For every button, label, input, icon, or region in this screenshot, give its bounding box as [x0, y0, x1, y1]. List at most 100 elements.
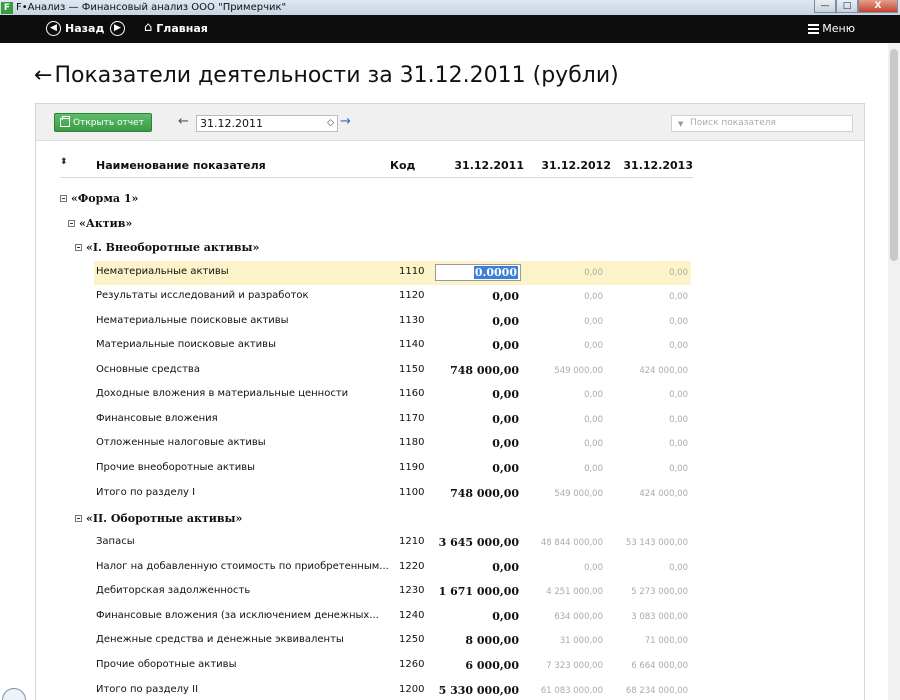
- value-edit-input[interactable]: 0.0000: [435, 264, 521, 281]
- row-value-1[interactable]: 3 645 000,00: [439, 536, 519, 549]
- row-value-3: 5 273 000,00: [631, 587, 688, 597]
- row-value-1[interactable]: 0,00: [492, 315, 519, 328]
- row-value-3: 0,00: [669, 439, 688, 449]
- table-row[interactable]: Прочие оборотные активы 1260 6 000,00 7 …: [36, 654, 864, 678]
- row-value-1[interactable]: 0,00: [492, 290, 519, 303]
- table-row[interactable]: Доходные вложения в материальные ценност…: [36, 383, 864, 407]
- collapse-icon[interactable]: [75, 244, 82, 251]
- open-report-label: Открыть отчет: [73, 117, 144, 128]
- row-code: 1120: [399, 290, 425, 301]
- row-value-3: 424 000,00: [639, 489, 688, 499]
- row-code: 1190: [399, 462, 425, 473]
- row-value-2: 0,00: [584, 439, 603, 449]
- row-value-1[interactable]: 0,00: [492, 437, 519, 450]
- table-row[interactable]: Дебиторская задолженность 1230 1 671 000…: [36, 580, 864, 604]
- group-row-section1[interactable]: «I. Внеоборотные активы»: [36, 236, 864, 260]
- header-date-2[interactable]: 31.12.2012: [541, 159, 611, 172]
- close-button[interactable]: X: [858, 0, 898, 13]
- page-title: Показатели деятельности за 31.12.2011 (р…: [54, 63, 619, 88]
- row-value-2: 549 000,00: [554, 366, 603, 376]
- row-code: 1210: [399, 536, 425, 547]
- sort-icon[interactable]: ⬍: [60, 157, 68, 167]
- header-date-1[interactable]: 31.12.2011: [454, 159, 524, 172]
- row-value-1[interactable]: 0,00: [492, 413, 519, 426]
- previous-date-arrow-icon[interactable]: ←: [178, 115, 189, 129]
- row-value-1[interactable]: 0,00: [492, 561, 519, 574]
- row-value-1[interactable]: 0,00: [492, 610, 519, 623]
- home-button[interactable]: ⌂ Главная: [144, 21, 208, 35]
- date-select[interactable]: 31.12.2011 ◇: [196, 115, 338, 132]
- row-value-1[interactable]: 0,00: [492, 339, 519, 352]
- table-row[interactable]: Материальные поисковые активы 1140 0,00 …: [36, 334, 864, 358]
- back-button[interactable]: ◀ Назад: [46, 21, 104, 36]
- table-header: ⬍ Наименование показателя Код 31.12.2011…: [60, 156, 693, 178]
- spin-updown-icon: ◇: [327, 118, 334, 128]
- row-value-1[interactable]: 8 000,00: [465, 634, 519, 647]
- table-row[interactable]: Запасы 1210 3 645 000,00 48 844 000,00 5…: [36, 531, 864, 555]
- help-icon[interactable]: [2, 688, 26, 700]
- table-row[interactable]: Основные средства 1150 748 000,00 549 00…: [36, 359, 864, 383]
- row-name: Налог на добавленную стоимость по приобр…: [96, 561, 389, 572]
- row-code: 1200: [399, 684, 425, 695]
- filter-icon: ▼: [678, 120, 684, 128]
- row-name: Отложенные налоговые активы: [96, 437, 266, 448]
- open-report-button[interactable]: Открыть отчет: [54, 113, 152, 132]
- row-name: Финансовые вложения (за исключением дене…: [96, 610, 379, 621]
- row-name: Доходные вложения в материальные ценност…: [96, 388, 349, 399]
- table-row[interactable]: Нематериальные поисковые активы 1130 0,0…: [36, 310, 864, 334]
- forward-button[interactable]: ▶: [110, 21, 125, 36]
- table-row[interactable]: Финансовые вложения (за исключением дене…: [36, 605, 864, 629]
- scrollbar-thumb[interactable]: [890, 49, 898, 261]
- table-row[interactable]: Денежные средства и денежные эквиваленты…: [36, 629, 864, 653]
- page-scrollbar[interactable]: [888, 43, 900, 700]
- row-name: Итого по разделу I: [96, 487, 196, 498]
- row-value-3: 53 143 000,00: [625, 538, 688, 548]
- group-form1: «Форма 1»: [60, 192, 138, 205]
- header-name[interactable]: Наименование показателя: [96, 159, 266, 172]
- collapse-icon[interactable]: [68, 220, 75, 227]
- group-row-section2[interactable]: «II. Оборотные активы»: [36, 507, 864, 531]
- app-navbar: ◀ Назад ▶ ⌂ Главная Меню: [0, 15, 900, 43]
- row-value-1[interactable]: 0,00: [492, 462, 519, 475]
- row-code: 1170: [399, 413, 425, 424]
- header-code[interactable]: Код: [390, 159, 415, 172]
- arrow-right-icon: ▶: [110, 21, 125, 36]
- row-name: Основные средства: [96, 364, 200, 375]
- table-row[interactable]: Отложенные налоговые активы 1180 0,00 0,…: [36, 432, 864, 456]
- row-name: Нематериальные поисковые активы: [96, 315, 289, 326]
- table-row[interactable]: Результаты исследований и разработок 112…: [36, 285, 864, 309]
- group-row-form1[interactable]: «Форма 1»: [36, 187, 864, 211]
- header-date-3[interactable]: 31.12.2013: [623, 159, 693, 172]
- title-back-arrow-icon[interactable]: ←: [34, 63, 52, 88]
- row-value-3: 71 000,00: [644, 636, 688, 646]
- row-value-2: 0,00: [584, 390, 603, 400]
- table-row-total[interactable]: Итого по разделу I 1100 748 000,00 549 0…: [36, 482, 864, 506]
- maximize-button[interactable]: □: [836, 0, 858, 13]
- row-value-1[interactable]: 0,00: [492, 388, 519, 401]
- minimize-button[interactable]: —: [814, 0, 836, 13]
- row-value-1[interactable]: 1 671 000,00: [439, 585, 519, 598]
- table-row[interactable]: Нематериальные активы 1110 0.0000 0,00 0…: [36, 261, 864, 285]
- group-row-assets[interactable]: «Актив»: [36, 212, 864, 236]
- collapse-icon[interactable]: [60, 195, 67, 202]
- collapse-icon[interactable]: [75, 515, 82, 522]
- menu-button[interactable]: Меню: [808, 22, 855, 35]
- row-value-3: 0,00: [669, 563, 688, 573]
- table-row[interactable]: Прочие внеоборотные активы 1190 0,00 0,0…: [36, 457, 864, 481]
- row-code: 1230: [399, 585, 425, 596]
- indicator-search-input[interactable]: ▼ Поиск показателя: [671, 115, 853, 132]
- table-row-total[interactable]: Итого по разделу II 1200 5 330 000,00 61…: [36, 679, 864, 700]
- row-value-3: 424 000,00: [639, 366, 688, 376]
- group-assets: «Актив»: [68, 217, 132, 230]
- row-code: 1100: [399, 487, 425, 498]
- row-value-1[interactable]: 6 000,00: [465, 659, 519, 672]
- table-row[interactable]: Финансовые вложения 1170 0,00 0,00 0,00: [36, 408, 864, 432]
- window-title: F•Анализ — Финансовый анализ ООО "Пример…: [16, 2, 287, 13]
- row-value-1[interactable]: 748 000,00: [450, 364, 519, 377]
- row-value-3: 0,00: [669, 415, 688, 425]
- row-value-3: 0,00: [669, 390, 688, 400]
- table-row[interactable]: Налог на добавленную стоимость по приобр…: [36, 556, 864, 580]
- next-date-arrow-icon[interactable]: →: [340, 115, 351, 129]
- row-value-2: 7 323 000,00: [546, 661, 603, 671]
- row-value-3: 0,00: [669, 341, 688, 351]
